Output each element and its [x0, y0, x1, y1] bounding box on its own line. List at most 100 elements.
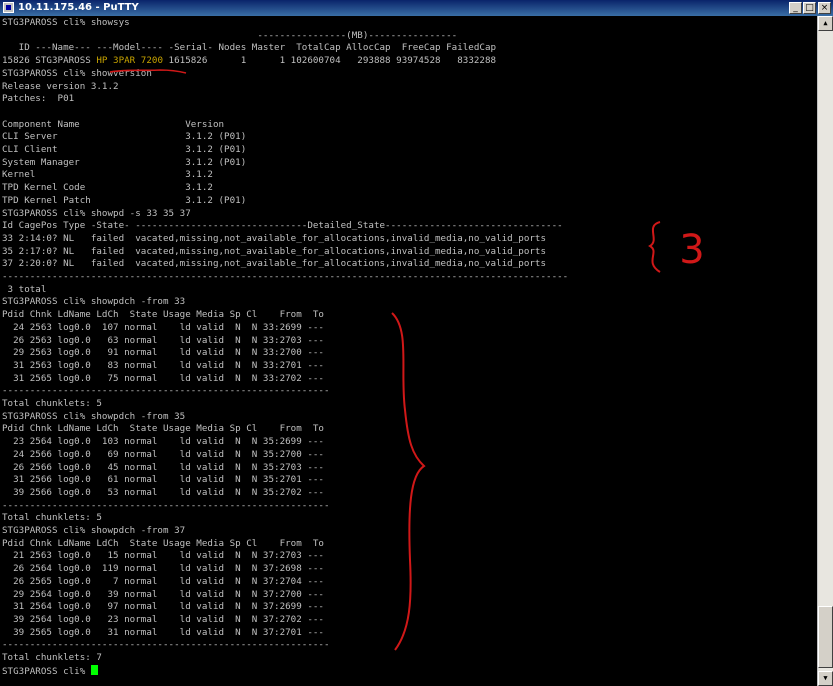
terminal-line: ----------------------------------------… [2, 500, 330, 513]
terminal-line: 26 2565 log0.0 7 normal ld valid N N 37:… [2, 576, 324, 589]
terminal-line: Kernel 3.1.2 [2, 169, 213, 182]
terminal-text: 31 2566 log0.0 61 normal ld valid N N 35… [2, 474, 324, 486]
terminal-output[interactable]: STG3PAROSS cli% showsys ----------------… [0, 16, 817, 686]
vertical-scrollbar[interactable]: ▲ ▼ [817, 16, 833, 686]
terminal-line: System Manager 3.1.2 (P01) [2, 157, 246, 170]
terminal-line: Release version 3.1.2 [2, 81, 119, 94]
terminal-line: ----------------------------------------… [2, 385, 330, 398]
terminal-text: 21 2563 log0.0 15 normal ld valid N N 37… [2, 550, 324, 562]
terminal-line: STG3PAROSS cli% showpdch -from 33 [2, 296, 185, 309]
terminal-text: STG3PAROSS cli% showpdch -from 35 [2, 410, 186, 422]
terminal-text-segment: 1615826 1 1 102600704 293888 93974528 83… [163, 55, 497, 67]
terminal-text: 24 2566 log0.0 69 normal ld valid N N 35… [2, 448, 324, 460]
terminal-line: 31 2563 log0.0 83 normal ld valid N N 33… [2, 360, 324, 373]
close-button[interactable]: × [818, 2, 831, 14]
terminal-cursor [90, 664, 98, 675]
terminal-text: STG3PAROSS cli% showsys [2, 17, 130, 28]
terminal-text: Total chunklets: 5 [2, 512, 102, 524]
terminal-text: STG3PAROSS cli% showpd -s 33 35 37 [2, 207, 191, 219]
terminal-line: 39 2565 log0.0 31 normal ld valid N N 37… [2, 627, 324, 640]
terminal-line: 24 2566 log0.0 69 normal ld valid N N 35… [2, 449, 324, 462]
title-bar[interactable]: 10.11.175.46 - PuTTY _ □ × [0, 0, 833, 16]
terminal-line: 24 2563 log0.0 107 normal ld valid N N 3… [2, 322, 324, 335]
terminal-text: 39 2565 log0.0 31 normal ld valid N N 37… [2, 626, 324, 638]
terminal-text: Pdid Chnk LdName LdCh State Usage Media … [2, 423, 324, 435]
terminal-line: CLI Server 3.1.2 (P01) [2, 131, 246, 144]
terminal-line: 26 2566 log0.0 45 normal ld valid N N 35… [2, 462, 324, 475]
terminal-text: CLI Server 3.1.2 (P01) [2, 131, 247, 143]
terminal-text: Release version 3.1.2 [2, 80, 119, 92]
scroll-down-arrow-icon[interactable]: ▼ [818, 671, 833, 686]
terminal-text: TPD Kernel Patch 3.1.2 (P01) [2, 194, 247, 206]
terminal-line: Total chunklets: 5 [2, 512, 102, 525]
terminal-line: 23 2564 log0.0 103 normal ld valid N N 3… [2, 436, 324, 449]
terminal-text: 26 2563 log0.0 63 normal ld valid N N 33… [2, 334, 324, 346]
terminal-line: Total chunklets: 7 [2, 652, 102, 665]
terminal-text: STG3PAROSS cli% showversion [2, 67, 152, 79]
terminal-line: 31 2565 log0.0 75 normal ld valid N N 33… [2, 373, 324, 386]
minimize-button[interactable]: _ [789, 2, 802, 14]
terminal-line: 26 2564 log0.0 119 normal ld valid N N 3… [2, 563, 324, 576]
terminal-text-segment: 15826 STG3PAROSS [2, 55, 97, 67]
annotation-count-label: 3 [679, 227, 705, 273]
maximize-button[interactable]: □ [803, 2, 816, 14]
terminal-line: STG3PAROSS cli% [2, 664, 98, 678]
window-title: 10.11.175.46 - PuTTY [18, 2, 139, 13]
terminal-line: ----------------------------------------… [2, 271, 568, 284]
terminal-line: CLI Client 3.1.2 (P01) [2, 144, 246, 157]
terminal-line: TPD Kernel Code 3.1.2 [2, 182, 213, 195]
terminal-line: ID ---Name--- ---Model---- -Serial- Node… [2, 42, 496, 55]
terminal-line: 3 total [2, 284, 47, 297]
terminal-line: ----------------(MB)---------------- [2, 30, 457, 43]
terminal-line: 21 2563 log0.0 15 normal ld valid N N 37… [2, 550, 324, 563]
terminal-text: Pdid Chnk LdName LdCh State Usage Media … [2, 537, 324, 549]
terminal-text: STG3PAROSS cli% showpdch -from 33 [2, 296, 186, 308]
terminal-line: STG3PAROSS cli% showpdch -from 35 [2, 411, 185, 424]
terminal-line: Pdid Chnk LdName LdCh State Usage Media … [2, 538, 324, 551]
terminal-text: 35 2:17:0? NL failed vacated,missing,not… [2, 245, 547, 257]
terminal-text: 26 2565 log0.0 7 normal ld valid N N 37:… [2, 575, 324, 587]
terminal-line: 39 2566 log0.0 53 normal ld valid N N 35… [2, 487, 324, 500]
scroll-up-arrow-icon[interactable]: ▲ [818, 16, 833, 31]
terminal-line: TPD Kernel Patch 3.1.2 (P01) [2, 195, 246, 208]
terminal-line: 15826 STG3PAROSS HP 3PAR 7200 1615826 1 … [2, 55, 496, 68]
terminal-line: 39 2564 log0.0 23 normal ld valid N N 37… [2, 614, 324, 627]
terminal-text: 26 2566 log0.0 45 normal ld valid N N 35… [2, 461, 324, 473]
terminal-text: ----------------------------------------… [2, 499, 330, 511]
terminal-text: ----------------------------------------… [2, 385, 330, 397]
terminal-line: 31 2564 log0.0 97 normal ld valid N N 37… [2, 601, 324, 614]
terminal-text: STG3PAROSS cli% [2, 665, 91, 677]
terminal-line: 29 2563 log0.0 91 normal ld valid N N 33… [2, 347, 324, 360]
scrollbar-thumb[interactable] [818, 606, 833, 668]
terminal-line: Total chunklets: 5 [2, 398, 102, 411]
terminal-text: System Manager 3.1.2 (P01) [2, 156, 247, 168]
terminal-line: Pdid Chnk LdName LdCh State Usage Media … [2, 423, 324, 436]
terminal-text: ----------------------------------------… [2, 639, 330, 651]
terminal-line: Component Name Version [2, 119, 224, 132]
terminal-text: 23 2564 log0.0 103 normal ld valid N N 3… [2, 436, 324, 448]
terminal-text: ----------------------------------------… [2, 271, 569, 282]
terminal-text: ----------------(MB)---------------- [2, 29, 458, 41]
terminal-text: 31 2564 log0.0 97 normal ld valid N N 37… [2, 601, 324, 613]
terminal-text: STG3PAROSS cli% showpdch -from 37 [2, 525, 186, 536]
terminal-line: Patches: P01 [2, 93, 74, 106]
terminal-text: 37 2:20:0? NL failed vacated,missing,not… [2, 258, 547, 270]
terminal-text: 39 2564 log0.0 23 normal ld valid N N 37… [2, 613, 324, 625]
terminal-text: 33 2:14:0? NL failed vacated,missing,not… [2, 232, 547, 244]
terminal-line: STG3PAROSS cli% showpdch -from 37 [2, 525, 185, 538]
terminal-line: 37 2:20:0? NL failed vacated,missing,not… [2, 258, 546, 271]
terminal-line: Pdid Chnk LdName LdCh State Usage Media … [2, 309, 324, 322]
terminal-line: 33 2:14:0? NL failed vacated,missing,not… [2, 233, 546, 246]
putty-app-icon[interactable] [3, 2, 14, 13]
terminal-text: Total chunklets: 7 [2, 652, 102, 663]
terminal-text: Total chunklets: 5 [2, 398, 102, 409]
terminal-text: Component Name Version [2, 118, 225, 130]
terminal-line: 31 2566 log0.0 61 normal ld valid N N 35… [2, 474, 324, 487]
terminal-text: 31 2563 log0.0 83 normal ld valid N N 33… [2, 359, 324, 371]
highlighted-model-text: HP 3PAR 7200 [96, 55, 163, 67]
terminal-line: 35 2:17:0? NL failed vacated,missing,not… [2, 246, 546, 259]
terminal-text: Kernel 3.1.2 [2, 169, 213, 181]
terminal-text: 29 2564 log0.0 39 normal ld valid N N 37… [2, 588, 324, 600]
terminal-text: Patches: P01 [2, 93, 75, 105]
terminal-text: 26 2564 log0.0 119 normal ld valid N N 3… [2, 563, 324, 575]
